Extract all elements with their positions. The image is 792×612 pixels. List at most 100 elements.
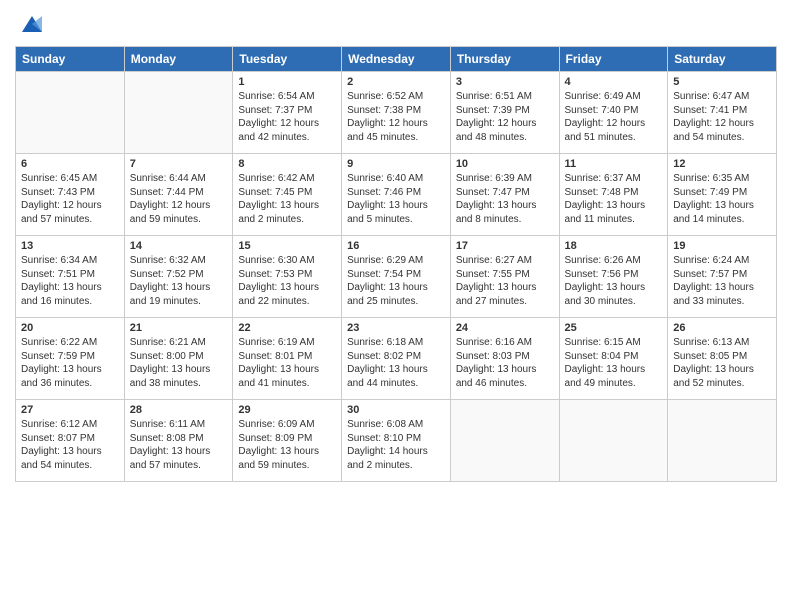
calendar-cell: 2Sunrise: 6:52 AMSunset: 7:38 PMDaylight… (342, 72, 451, 154)
sunrise-text: Sunrise: 6:12 AM (21, 418, 119, 432)
calendar-cell (16, 72, 125, 154)
day-number: 22 (238, 322, 336, 334)
day-number: 10 (456, 158, 554, 170)
sunrise-text: Sunrise: 6:15 AM (565, 336, 663, 350)
sunrise-text: Sunrise: 6:26 AM (565, 254, 663, 268)
calendar-cell: 24Sunrise: 6:16 AMSunset: 8:03 PMDayligh… (450, 318, 559, 400)
day-number: 16 (347, 240, 445, 252)
calendar-row-1: 6Sunrise: 6:45 AMSunset: 7:43 PMDaylight… (16, 154, 777, 236)
calendar-cell (559, 400, 668, 482)
col-thursday: Thursday (450, 47, 559, 72)
day-number: 18 (565, 240, 663, 252)
calendar-cell: 26Sunrise: 6:13 AMSunset: 8:05 PMDayligh… (668, 318, 777, 400)
sunset-text: Sunset: 8:02 PM (347, 350, 445, 364)
day-number: 8 (238, 158, 336, 170)
sunrise-text: Sunrise: 6:30 AM (238, 254, 336, 268)
calendar-cell: 1Sunrise: 6:54 AMSunset: 7:37 PMDaylight… (233, 72, 342, 154)
calendar-cell: 12Sunrise: 6:35 AMSunset: 7:49 PMDayligh… (668, 154, 777, 236)
daylight-text: Daylight: 13 hours and 57 minutes. (130, 445, 228, 472)
calendar-cell: 11Sunrise: 6:37 AMSunset: 7:48 PMDayligh… (559, 154, 668, 236)
calendar-cell: 18 Sunrise: 6:26 AMSunset: 7:56 PMDayligh… (559, 236, 668, 318)
calendar-row-4: 27Sunrise: 6:12 AMSunset: 8:07 PMDayligh… (16, 400, 777, 482)
sunrise-text: Sunrise: 6:40 AM (347, 172, 445, 186)
sunrise-text: Sunrise: 6:45 AM (21, 172, 119, 186)
daylight-text: Daylight: 13 hours and 54 minutes. (21, 445, 119, 472)
day-number: 21 (130, 322, 228, 334)
day-number: 4 (565, 76, 663, 88)
day-number: 3 (456, 76, 554, 88)
daylight-text: Daylight: 13 hours and 27 minutes. (456, 281, 554, 308)
sunset-text: Sunset: 7:47 PM (456, 186, 554, 200)
page: Sunday Monday Tuesday Wednesday Thursday… (0, 0, 792, 612)
sunset-text: Sunset: 8:03 PM (456, 350, 554, 364)
sunset-text: Sunset: 8:04 PM (565, 350, 663, 364)
sunrise-text: Sunrise: 6:21 AM (130, 336, 228, 350)
sunset-text: Sunset: 7:46 PM (347, 186, 445, 200)
day-number: 30 (347, 404, 445, 416)
sunset-text: Sunset: 7:43 PM (21, 186, 119, 200)
calendar-cell: 25Sunrise: 6:15 AMSunset: 8:04 PMDayligh… (559, 318, 668, 400)
daylight-text: Daylight: 13 hours and 36 minutes. (21, 363, 119, 390)
daylight-text: Daylight: 12 hours and 59 minutes. (130, 199, 228, 226)
calendar-cell: 20Sunrise: 6:22 AMSunset: 7:59 PMDayligh… (16, 318, 125, 400)
day-number: 26 (673, 322, 771, 334)
calendar-cell: 19Sunrise: 6:24 AMSunset: 7:57 PMDayligh… (668, 236, 777, 318)
sunrise-text: Sunrise: 6:11 AM (130, 418, 228, 432)
calendar-cell: 9Sunrise: 6:40 AMSunset: 7:46 PMDaylight… (342, 154, 451, 236)
daylight-text: Daylight: 13 hours and 22 minutes. (238, 281, 336, 308)
sunrise-text: Sunrise: 6:29 AM (347, 254, 445, 268)
col-friday: Friday (559, 47, 668, 72)
calendar-row-3: 20Sunrise: 6:22 AMSunset: 7:59 PMDayligh… (16, 318, 777, 400)
daylight-text: Daylight: 13 hours and 16 minutes. (21, 281, 119, 308)
sunset-text: Sunset: 7:56 PM (565, 268, 663, 282)
daylight-text: Daylight: 12 hours and 54 minutes. (673, 117, 771, 144)
calendar-cell: 6Sunrise: 6:45 AMSunset: 7:43 PMDaylight… (16, 154, 125, 236)
calendar-row-2: 13Sunrise: 6:34 AMSunset: 7:51 PMDayligh… (16, 236, 777, 318)
daylight-text: Daylight: 12 hours and 51 minutes. (565, 117, 663, 144)
daylight-text: Daylight: 12 hours and 42 minutes. (238, 117, 336, 144)
day-number: 9 (347, 158, 445, 170)
daylight-text: Daylight: 12 hours and 48 minutes. (456, 117, 554, 144)
sunrise-text: Sunrise: 6:34 AM (21, 254, 119, 268)
daylight-text: Daylight: 13 hours and 49 minutes. (565, 363, 663, 390)
sunset-text: Sunset: 8:05 PM (673, 350, 771, 364)
sunset-text: Sunset: 7:41 PM (673, 104, 771, 118)
sunset-text: Sunset: 7:53 PM (238, 268, 336, 282)
sunset-text: Sunset: 8:09 PM (238, 432, 336, 446)
calendar-cell: 23Sunrise: 6:18 AMSunset: 8:02 PMDayligh… (342, 318, 451, 400)
calendar-cell: 10Sunrise: 6:39 AMSunset: 7:47 PMDayligh… (450, 154, 559, 236)
calendar-cell: 13Sunrise: 6:34 AMSunset: 7:51 PMDayligh… (16, 236, 125, 318)
calendar-body: 1Sunrise: 6:54 AMSunset: 7:37 PMDaylight… (16, 72, 777, 482)
sunrise-text: Sunrise: 6:51 AM (456, 90, 554, 104)
calendar-cell: 22Sunrise: 6:19 AMSunset: 8:01 PMDayligh… (233, 318, 342, 400)
sunrise-text: Sunrise: 6:24 AM (673, 254, 771, 268)
calendar-cell: 29Sunrise: 6:09 AMSunset: 8:09 PMDayligh… (233, 400, 342, 482)
day-number: 24 (456, 322, 554, 334)
daylight-text: Daylight: 14 hours and 2 minutes. (347, 445, 445, 472)
daylight-text: Daylight: 13 hours and 44 minutes. (347, 363, 445, 390)
sunrise-text: Sunrise: 6:39 AM (456, 172, 554, 186)
daylight-text: Daylight: 13 hours and 25 minutes. (347, 281, 445, 308)
sunrise-text: Sunrise: 6:19 AM (238, 336, 336, 350)
sunrise-text: Sunrise: 6:37 AM (565, 172, 663, 186)
sunset-text: Sunset: 7:45 PM (238, 186, 336, 200)
daylight-text: Daylight: 13 hours and 30 minutes. (565, 281, 663, 308)
logo-icon (18, 10, 46, 38)
sunset-text: Sunset: 8:01 PM (238, 350, 336, 364)
logo (15, 10, 46, 38)
sunrise-text: Sunrise: 6:44 AM (130, 172, 228, 186)
calendar-cell: 28Sunrise: 6:11 AMSunset: 8:08 PMDayligh… (124, 400, 233, 482)
calendar-cell: 8Sunrise: 6:42 AMSunset: 7:45 PMDaylight… (233, 154, 342, 236)
calendar-table: Sunday Monday Tuesday Wednesday Thursday… (15, 46, 777, 482)
sunrise-text: Sunrise: 6:13 AM (673, 336, 771, 350)
day-number: 19 (673, 240, 771, 252)
day-number: 27 (21, 404, 119, 416)
day-number: 11 (565, 158, 663, 170)
col-tuesday: Tuesday (233, 47, 342, 72)
calendar-cell: 17Sunrise: 6:27 AMSunset: 7:55 PMDayligh… (450, 236, 559, 318)
sunset-text: Sunset: 7:59 PM (21, 350, 119, 364)
sunrise-text: Sunrise: 6:54 AM (238, 90, 336, 104)
col-sunday: Sunday (16, 47, 125, 72)
sunset-text: Sunset: 8:00 PM (130, 350, 228, 364)
sunrise-text: Sunrise: 6:49 AM (565, 90, 663, 104)
